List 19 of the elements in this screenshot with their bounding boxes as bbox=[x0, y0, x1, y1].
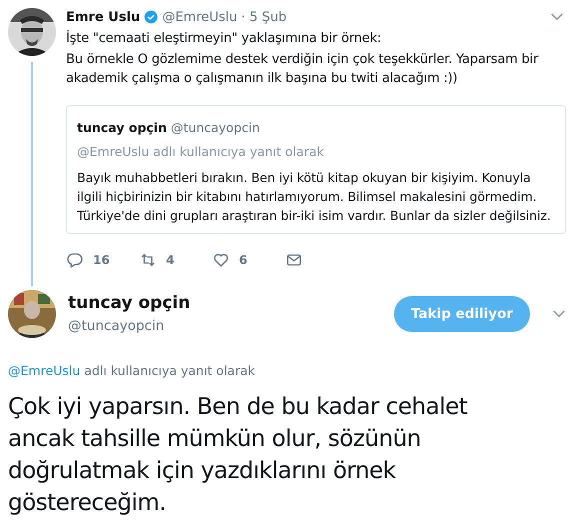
tweet-date[interactable]: · 5 Şub bbox=[241, 10, 287, 24]
reply-context: adlı kullanıcıya yanıt olarak bbox=[84, 362, 256, 378]
author-handle[interactable]: @EmreUslu bbox=[162, 10, 238, 24]
author-name[interactable]: Emre Uslu bbox=[66, 10, 140, 24]
mention-link[interactable]: @EmreUslu bbox=[8, 362, 80, 378]
tweet-text: Bu örnekle O gözlemime destek verdiğin için çok teşekkürler. Yaparsam bir akademik çalışma o çalışmanın ilk başına bu twiti alacağım :)) bbox=[66, 50, 540, 88]
reply-count: 16 bbox=[93, 252, 110, 266]
quoted-tweet-card[interactable] bbox=[66, 104, 566, 234]
reply-context: @EmreUslu adlı kullanıcıya yanıt olarak bbox=[77, 144, 325, 158]
author-name[interactable]: tuncay opçin bbox=[68, 293, 394, 313]
quoted-author-name: tuncay opçin bbox=[77, 120, 167, 134]
quoted-author-handle: @tuncayopcin bbox=[170, 120, 260, 134]
like-count: 6 bbox=[239, 252, 248, 266]
reply-tweet-text: Çok iyi yaparsın. Ben de bu kadar cehalet ancak tahsille mümkün olur, sözünün doğrulatmak için yazdıklarını örnek göstereceğim. bbox=[8, 392, 468, 518]
quoted-tweet-text: Bayık muhabbetleri bırakın. Ben iyi kötü kitap okuyan bir kişiyim. Konuyla ilgili hiçbirinizin bir kitabını hatırlamıyorum. Bilimsel makalesini görmedim. Türkiye'de dini grupları araştıran bir-iki isim vardır. Bunlar da sizler değilsiniz. bbox=[77, 168, 552, 224]
retweet-count: 4 bbox=[166, 252, 174, 266]
reply-icon[interactable] bbox=[66, 250, 84, 268]
tweet-text: İşte "cemaati eleştirmeyin" yaklaşımına bir örnek: bbox=[66, 29, 382, 48]
author-handle[interactable]: @tuncayopcin bbox=[68, 318, 394, 334]
